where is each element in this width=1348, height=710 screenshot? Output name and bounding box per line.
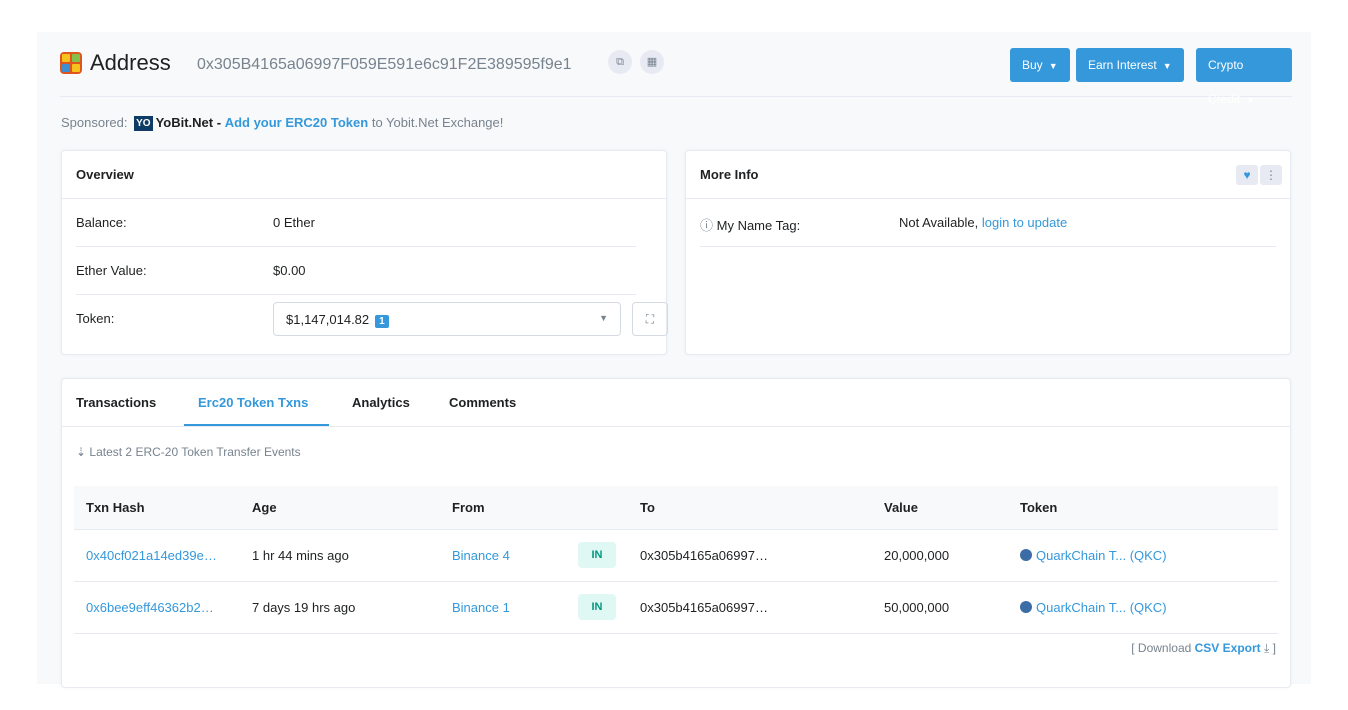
heart-icon[interactable]: ♥ (1236, 165, 1258, 185)
txn-hash-link[interactable]: 0x40cf021a14ed39e… (86, 548, 217, 563)
txn-hash-link[interactable]: 0x6bee9eff46362b2… (86, 600, 214, 615)
from-address-link[interactable]: Binance 1 (452, 600, 510, 615)
direction-badge: IN (578, 594, 616, 620)
col-to: To (640, 500, 655, 515)
chevron-down-icon: ▼ (1048, 61, 1058, 71)
csv-export-suffix: ] (1272, 641, 1276, 655)
sponsor-brand[interactable]: YoBit.Net - (156, 115, 221, 130)
name-tag-label: ⓘ My Name Tag: (700, 215, 800, 234)
from-address-link[interactable]: Binance 4 (452, 548, 510, 563)
col-token: Token (1020, 500, 1058, 515)
token-row: Token: $1,147,014.82 1 ▼ ⛶ (76, 295, 668, 343)
copy-icon[interactable]: ⧉ (608, 50, 632, 74)
txn-age: 7 days 19 hrs ago (252, 600, 356, 615)
page-title: Address (90, 50, 171, 75)
ether-value-label: Ether Value: (76, 263, 147, 278)
txn-age: 1 hr 44 mins ago (252, 548, 349, 563)
balance-label: Balance: (76, 215, 127, 230)
col-age: Age (252, 500, 277, 515)
sort-icon: ⇣ (76, 445, 87, 459)
token-label: Token: (76, 311, 115, 326)
tab-analytics[interactable]: Analytics (352, 395, 410, 410)
tab-transactions[interactable]: Transactions (76, 395, 156, 410)
transactions-card: Transactions Erc20 Token Txns Analytics … (61, 378, 1291, 688)
download-icon: ⤓ (1264, 641, 1270, 655)
crypto-credit-dropdown-button[interactable]: Crypto Credit ▼ (1196, 48, 1292, 106)
quarkchain-token-icon (1020, 549, 1032, 561)
address-hash: 0x305B4165a06997F059E591e6c91F2E389595f9… (197, 56, 572, 73)
ether-value-row: Ether Value: $0.00 (76, 247, 636, 295)
name-tag-label-text: My Name Tag: (716, 218, 801, 233)
active-tab-indicator (184, 424, 329, 426)
token-link[interactable]: QuarkChain T... (QKC) (1020, 548, 1167, 563)
token-value: $1,147,014.82 (286, 312, 370, 327)
balance-value: 0 Ether (273, 215, 315, 230)
col-from: From (452, 500, 485, 515)
to-address: 0x305b4165a06997… (640, 548, 768, 563)
txn-value: 50,000,000 (884, 600, 950, 615)
quarkchain-token-icon (1020, 601, 1032, 613)
login-link[interactable]: login to update (982, 215, 1067, 230)
ether-value: $0.00 (273, 263, 306, 278)
tab-bar: Transactions Erc20 Token Txns Analytics … (62, 379, 1290, 427)
col-value: Value (884, 500, 918, 515)
buy-label: Buy (1022, 58, 1043, 72)
more-options-icon[interactable]: ⋮ (1260, 165, 1282, 185)
expand-icon[interactable]: ⛶ (632, 302, 668, 336)
qr-code-icon[interactable]: ▦ (640, 50, 664, 74)
more-info-title: More Info (686, 151, 1290, 199)
more-info-card: More Info ♥ ⋮ ⓘ My Name Tag: Not Availab… (685, 150, 1291, 355)
tab-erc20-token-txns[interactable]: Erc20 Token Txns (198, 395, 308, 410)
name-tag-value: Not Available, login to update (899, 215, 1067, 230)
sponsor-suffix: to Yobit.Net Exchange! (371, 115, 504, 130)
token-link[interactable]: QuarkChain T... (QKC) (1020, 600, 1167, 615)
sponsor-link[interactable]: Add your ERC20 Token (225, 115, 369, 130)
address-header: Address 0x305B4165a06997F059E591e6c91F2E… (60, 42, 1292, 106)
latest-events-text: Latest 2 ERC-20 Token Transfer Events (89, 445, 301, 459)
token-count-badge: 1 (375, 315, 389, 328)
sponsored-banner: Sponsored: YO YoBit.Net - Add your ERC20 … (61, 115, 503, 131)
table-header: Txn Hash Age From To Value Token (74, 486, 1278, 530)
table-row: 0x6bee9eff46362b2… 7 days 19 hrs ago Bin… (74, 582, 1278, 634)
buy-dropdown-button[interactable]: Buy ▼ (1010, 48, 1070, 82)
name-tag-status: Not Available, (899, 215, 979, 230)
address-avatar-icon (60, 52, 82, 74)
chevron-down-icon: ▼ (1162, 61, 1172, 71)
name-tag-row: ⓘ My Name Tag: Not Available, login to u… (700, 199, 1276, 247)
direction-badge: IN (578, 542, 616, 568)
csv-export: [ Download CSV Export ⤓ ] (1131, 641, 1276, 656)
csv-export-prefix: [ Download (1131, 641, 1192, 655)
earn-interest-label: Earn Interest (1088, 58, 1157, 72)
sponsored-label: Sponsored: (61, 115, 128, 130)
latest-events-summary: ⇣ Latest 2 ERC-20 Token Transfer Events (76, 445, 301, 459)
to-address: 0x305b4165a06997… (640, 600, 768, 615)
token-name: QuarkChain T... (QKC) (1036, 600, 1167, 615)
col-txn-hash: Txn Hash (86, 500, 145, 515)
overview-title: Overview (62, 151, 666, 199)
yobit-logo: YO (134, 116, 153, 131)
balance-row: Balance: 0 Ether (76, 199, 636, 247)
token-name: QuarkChain T... (QKC) (1036, 548, 1167, 563)
chevron-down-icon: ▼ (1246, 95, 1255, 105)
chevron-down-icon: ▼ (599, 313, 608, 323)
table-row: 0x40cf021a14ed39e… 1 hr 44 mins ago Bina… (74, 530, 1278, 582)
earn-interest-dropdown-button[interactable]: Earn Interest ▼ (1076, 48, 1184, 82)
page-container: Address 0x305B4165a06997F059E591e6c91F2E… (37, 32, 1311, 688)
help-icon: ⓘ (700, 218, 717, 233)
overview-card: Overview Balance: 0 Ether Ether Value: $… (61, 150, 668, 355)
token-holdings-dropdown[interactable]: $1,147,014.82 1 ▼ (273, 302, 621, 336)
tab-comments[interactable]: Comments (449, 395, 516, 410)
crypto-credit-label: Crypto Credit (1208, 58, 1244, 106)
csv-export-link[interactable]: CSV Export (1195, 641, 1261, 655)
txn-value: 20,000,000 (884, 548, 950, 563)
